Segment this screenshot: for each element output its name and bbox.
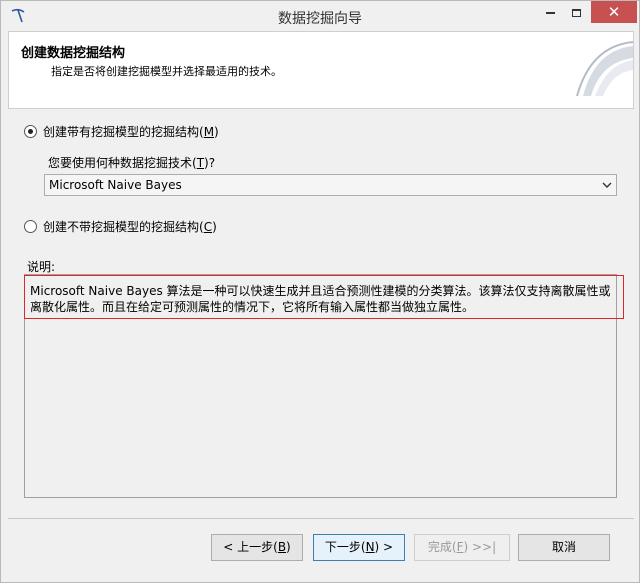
maximize-icon [571, 8, 581, 17]
technique-select-value: Microsoft Naive Bayes [49, 178, 182, 192]
radio-without-model[interactable]: 创建不带挖掘模型的挖掘结构(C) [24, 218, 217, 234]
cancel-button[interactable]: 取消 [518, 534, 610, 561]
minimize-button[interactable] [537, 1, 563, 23]
chevron-down-icon [602, 182, 612, 188]
header-swoosh-graphic [576, 41, 633, 97]
page-title: 创建数据挖掘结构 [21, 46, 126, 61]
footer-divider [8, 518, 634, 519]
close-button[interactable]: ✕ [591, 1, 637, 23]
description-line-1: Microsoft Naive Bayes 算法是一种可以快速生成并且适合预测性… [30, 284, 611, 298]
description-label: 说明: [27, 260, 56, 274]
radio-with-model-label: 创建带有挖掘模型的挖掘结构(M) [43, 124, 219, 139]
radio-without-model-label: 创建不带挖掘模型的挖掘结构(C) [43, 219, 217, 234]
minimize-icon [545, 11, 555, 14]
finish-button: 完成(F) >>| [414, 534, 510, 561]
maximize-button[interactable] [563, 1, 589, 23]
title-bar: 数据挖掘向导 ✕ [1, 1, 639, 31]
radio-with-model[interactable]: 创建带有挖掘模型的挖掘结构(M) [24, 123, 219, 139]
close-icon: ✕ [607, 3, 621, 21]
wizard-header: 创建数据挖掘结构 指定是否将创建挖掘模型并选择最适用的技术。 [8, 31, 634, 109]
radio-button-unselected[interactable] [24, 219, 37, 233]
technique-question-label: 您要使用何种数据挖掘技术(T)? [48, 156, 216, 170]
radio-button-selected[interactable] [24, 124, 37, 138]
page-subtitle: 指定是否将创建挖掘模型并选择最适用的技术。 [51, 65, 282, 78]
technique-select[interactable]: Microsoft Naive Bayes [44, 174, 617, 196]
description-text-highlighted: Microsoft Naive Bayes 算法是一种可以快速生成并且适合预测性… [24, 275, 624, 319]
description-line-2: 离散化属性。而且在给定可预测属性的情况下，它将所有输入属性都当做独立属性。 [30, 300, 475, 314]
next-button[interactable]: 下一步(N) > [313, 534, 405, 561]
back-button[interactable]: < 上一步(B) [211, 534, 303, 561]
wizard-window: 数据挖掘向导 ✕ 创建数据挖掘结构 指定是否将创建挖掘模型并选择最适用的技术。 … [0, 0, 640, 583]
